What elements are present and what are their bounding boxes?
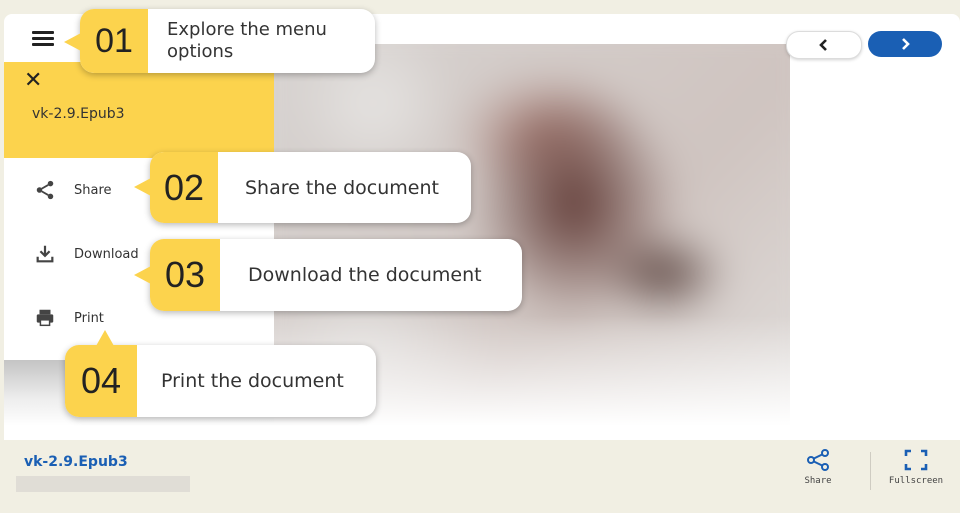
callout-tail [64,33,81,51]
chevron-left-icon [819,39,827,51]
callout-03: 03 Download the document [134,239,522,311]
footer-share-button[interactable]: Share [788,448,848,494]
footer-subtitle-placeholder [16,476,190,492]
footer-document-title: vk-2.9.Epub3 [24,454,128,470]
callout-tail [134,266,151,284]
chevron-right-icon [902,38,910,50]
callout-text: Share the document [245,176,439,199]
callout-04: 04 Print the document [65,330,376,417]
footer-fullscreen-button[interactable]: Fullscreen [886,448,946,494]
callout-01: 01 Explore the menu options [64,9,375,73]
next-page-button[interactable] [868,31,942,57]
share-icon [807,449,829,471]
callout-number: 01 [80,9,148,73]
footer-share-label: Share [804,476,832,486]
share-icon [32,177,58,203]
menu-item-share[interactable]: Share [32,175,112,205]
footer-divider [870,452,871,490]
callout-number: 03 [150,239,220,311]
callout-number: 04 [65,345,137,417]
callout-tail [96,330,114,346]
menu-item-print[interactable]: Print [32,303,104,333]
side-menu-header: ✕ vk-2.9.Epub3 [4,62,274,158]
menu-item-label: Download [74,246,139,262]
print-icon [32,305,58,331]
menu-item-label: Print [74,310,104,326]
callout-tail [134,178,151,196]
callout-number: 02 [150,152,218,223]
callout-text: Download the document [248,264,482,286]
side-menu-title: vk-2.9.Epub3 [32,106,125,122]
footer-fullscreen-label: Fullscreen [888,476,944,486]
menu-item-label: Share [74,182,112,198]
callout-text: Print the document [161,370,344,392]
callout-text: Explore the menu options [167,19,327,62]
fullscreen-icon [904,449,928,471]
footer-bar: vk-2.9.Epub3 Share Fullscreen [4,440,960,501]
previous-page-button[interactable] [786,31,862,59]
hamburger-menu-icon[interactable] [30,28,56,48]
download-icon [32,241,58,267]
callout-02: 02 Share the document [134,152,471,223]
close-icon[interactable]: ✕ [24,70,42,92]
menu-item-download[interactable]: Download [32,239,139,269]
